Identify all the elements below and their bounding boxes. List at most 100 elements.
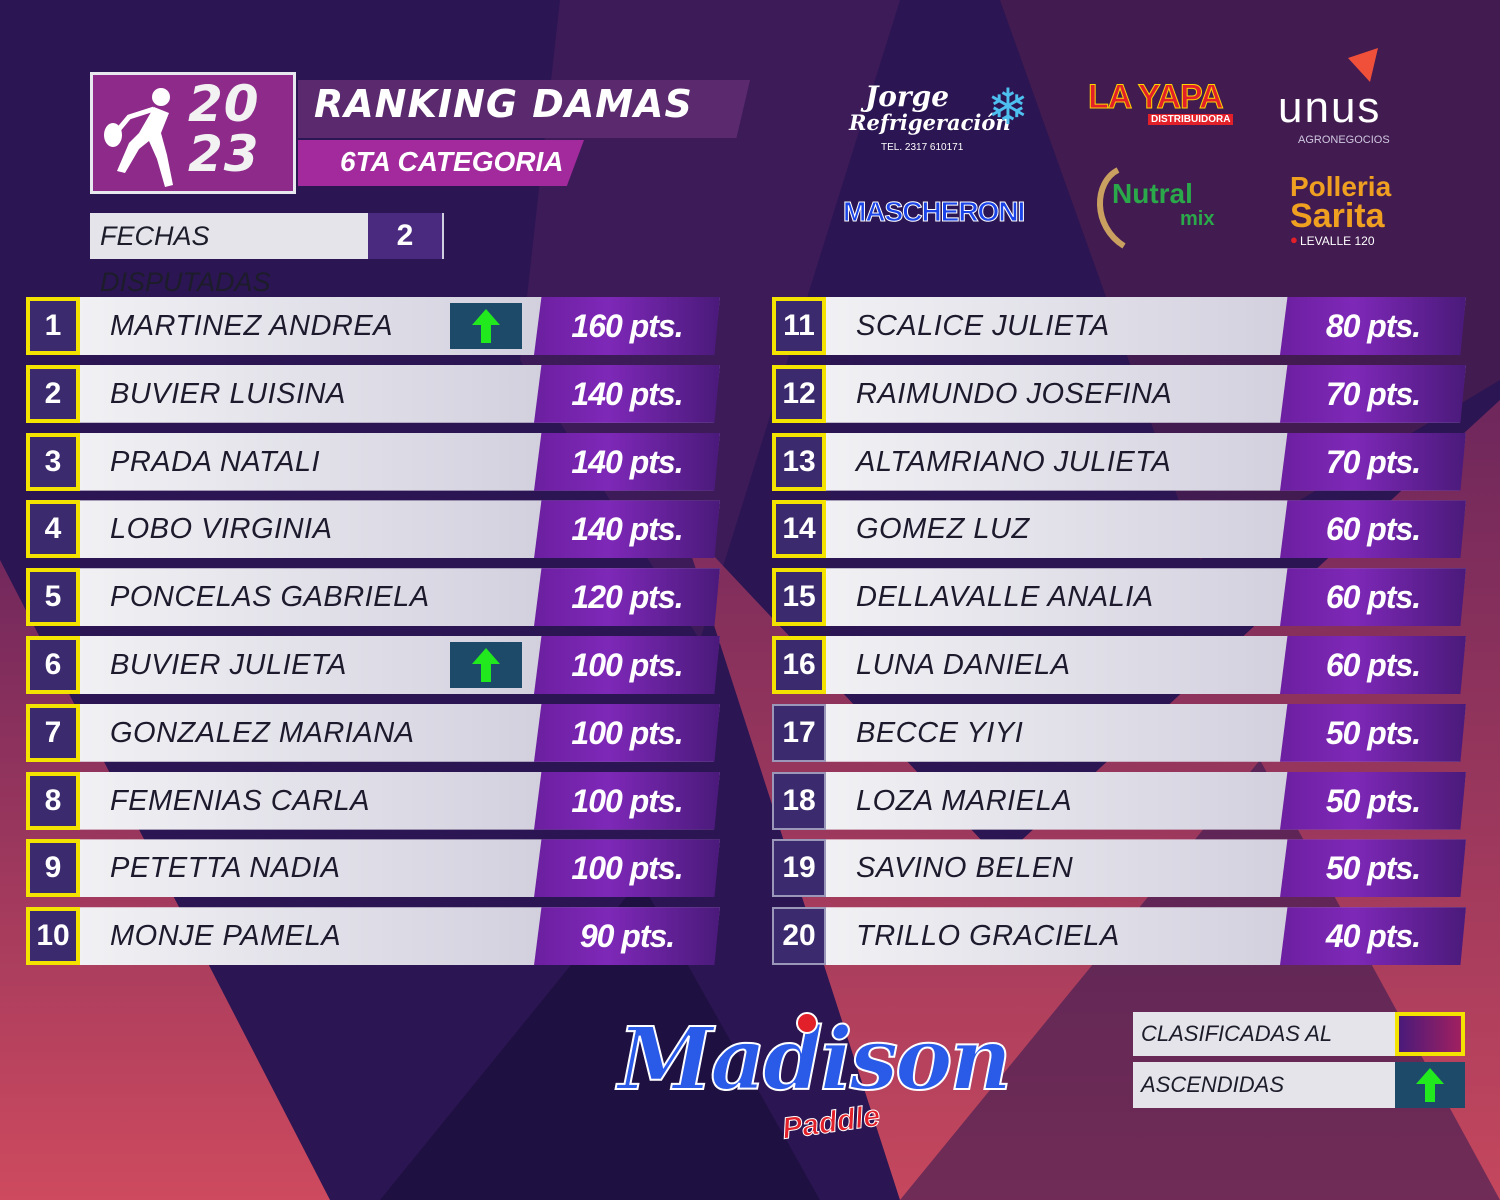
player-name: SAVINO BELEN — [856, 852, 1074, 885]
player-name: MARTINEZ ANDREA — [110, 310, 394, 342]
player-name: PRADA NATALI — [110, 445, 321, 478]
ranking-row: 20 TRILLO GRACIELA 40 pts. — [772, 907, 1466, 966]
player-silhouette-icon — [104, 88, 173, 187]
sponsor-nutral-1: Nutral — [1112, 178, 1193, 209]
sponsor-nutral-mix: Nutral mix — [1088, 166, 1238, 250]
position-badge: 16 — [772, 636, 826, 694]
position-badge: 19 — [772, 839, 826, 898]
position-badge: 20 — [772, 907, 826, 966]
page-subtitle: 6TA CATEGORIA — [340, 146, 564, 177]
player-points: 80 pts. — [1280, 297, 1466, 355]
promoted-badge — [450, 303, 522, 349]
legend-master-swatch — [1395, 1012, 1465, 1056]
ranking-row: 6 BUVIER JULIETA 100 pts. — [26, 636, 720, 694]
position-badge: 14 — [772, 500, 826, 559]
ranking-row: 11 SCALICE JULIETA 80 pts. — [772, 297, 1466, 355]
ranking-row: 3 PRADA NATALI 140 pts. — [26, 432, 720, 491]
player-name: BUVIER LUISINA — [110, 377, 346, 410]
player-points: 60 pts. — [1280, 636, 1466, 694]
year-bottom: 23 — [188, 125, 260, 183]
up-arrow-icon — [472, 309, 500, 343]
position-badge: 7 — [26, 703, 80, 762]
ranking-row: 16 LUNA DANIELA 60 pts. — [772, 636, 1466, 694]
up-arrow-icon — [472, 648, 500, 682]
player-points: 140 pts. — [534, 364, 720, 423]
year-top: 20 — [188, 75, 260, 133]
player-name: LOBO VIRGINIA — [110, 513, 333, 546]
player-name: LUNA DANIELA — [856, 649, 1071, 681]
fechas-value: 2 — [368, 213, 444, 259]
ranking-row: 17 BECCE YIYI 50 pts. — [772, 703, 1466, 762]
ranking-row: 12 RAIMUNDO JOSEFINA 70 pts. — [772, 364, 1466, 423]
sponsor-mascheroni: MASCHERONI — [842, 196, 1025, 228]
player-name: BECCE YIYI — [856, 716, 1024, 749]
player-name: MONJE PAMELA — [110, 920, 342, 953]
sponsor-layapa-name: LA YAPA — [1088, 78, 1225, 117]
player-name: PETETTA NADIA — [110, 852, 341, 885]
position-badge: 15 — [772, 568, 826, 627]
player-points: 70 pts. — [1280, 432, 1466, 491]
player-points: 40 pts. — [1280, 907, 1466, 966]
legend-up-swatch — [1395, 1062, 1465, 1108]
player-name: GOMEZ LUZ — [856, 513, 1030, 546]
sponsor-unus-name: unus — [1278, 83, 1382, 132]
promoted-badge — [450, 642, 522, 688]
ranking-row: 2 BUVIER LUISINA 140 pts. — [26, 364, 720, 423]
player-points: 100 pts. — [534, 703, 720, 762]
ranking-row: 13 ALTAMRIANO JULIETA 70 pts. — [772, 432, 1466, 491]
player-name: RAIMUNDO JOSEFINA — [856, 377, 1173, 410]
player-name: LOZA MARIELA — [856, 784, 1073, 817]
ranking-row: 5 PONCELAS GABRIELA 120 pts. — [26, 568, 720, 627]
ranking-row: 18 LOZA MARIELA 50 pts. — [772, 771, 1466, 830]
sponsor-la-yapa: LA YAPA DISTRIBUIDORA — [1088, 78, 1238, 148]
position-badge: 10 — [26, 907, 80, 966]
ranking-row: 7 GONZALEZ MARIANA 100 pts. — [26, 703, 720, 762]
sponsor-polleria-addr: LEVALLE 120 — [1300, 234, 1375, 248]
player-points: 50 pts. — [1280, 771, 1466, 830]
ranking-row: 15 DELLAVALLE ANALIA 60 pts. — [772, 568, 1466, 627]
ball-icon — [796, 1012, 818, 1034]
player-name: FEMENIAS CARLA — [110, 784, 370, 817]
sponsor-layapa-sub: DISTRIBUIDORA — [1148, 114, 1234, 125]
ranking-row: 19 SAVINO BELEN 50 pts. — [772, 839, 1466, 898]
ranking-row: 4 LOBO VIRGINIA 140 pts. — [26, 500, 720, 559]
ranking-row: 9 PETETTA NADIA 100 pts. — [26, 839, 720, 898]
up-arrow-icon — [1416, 1068, 1444, 1102]
position-badge: 9 — [26, 839, 80, 898]
position-badge: 4 — [26, 500, 80, 559]
page-title: RANKING DAMAS — [314, 82, 693, 126]
ranking-row: 1 MARTINEZ ANDREA 160 pts. — [26, 297, 720, 355]
sponsor-unus-sub: AGRONEGOCIOS — [1298, 134, 1390, 146]
sponsor-jorge-line1: Jorge — [865, 80, 950, 113]
player-name: TRILLO GRACIELA — [856, 920, 1120, 953]
sponsor-nutral-2: mix — [1180, 208, 1215, 230]
player-name: BUVIER JULIETA — [110, 649, 347, 681]
player-points: 120 pts. — [534, 568, 720, 627]
position-badge: 12 — [772, 364, 826, 423]
player-name: ALTAMRIANO JULIETA — [856, 445, 1172, 478]
sponsor-jorge-tel: TEL. 2317 610171 — [881, 142, 964, 153]
location-pin-icon: ● — [1290, 232, 1298, 247]
player-name: PONCELAS GABRIELA — [110, 581, 430, 614]
position-badge: 18 — [772, 771, 826, 830]
unus-logo-icon — [1348, 48, 1378, 82]
position-badge: 3 — [26, 432, 80, 491]
legend-master-label: CLASIFICADAS AL MASTER — [1133, 1012, 1395, 1090]
position-badge: 5 — [26, 568, 80, 627]
player-name: GONZALEZ MARIANA — [110, 716, 415, 749]
position-badge: 6 — [26, 636, 80, 694]
ranking-row: 14 GOMEZ LUZ 60 pts. — [772, 500, 1466, 559]
player-points: 50 pts. — [1280, 703, 1466, 762]
position-badge: 2 — [26, 364, 80, 423]
player-points: 100 pts. — [534, 636, 720, 694]
year-logo: 20 23 — [90, 72, 296, 194]
player-points: 90 pts. — [534, 907, 720, 966]
madison-paddle-logo: Madison Paddle — [617, 1009, 1013, 1160]
fechas-label: FECHAS DISPUTADAS — [90, 213, 368, 297]
position-badge: 17 — [772, 703, 826, 762]
player-points: 60 pts. — [1280, 568, 1466, 627]
ranking-row: 10 MONJE PAMELA 90 pts. — [26, 907, 720, 966]
ranking-row: 8 FEMENIAS CARLA 100 pts. — [26, 771, 720, 830]
player-points: 100 pts. — [534, 839, 720, 898]
sponsor-polleria-2: Sarita — [1290, 197, 1385, 235]
